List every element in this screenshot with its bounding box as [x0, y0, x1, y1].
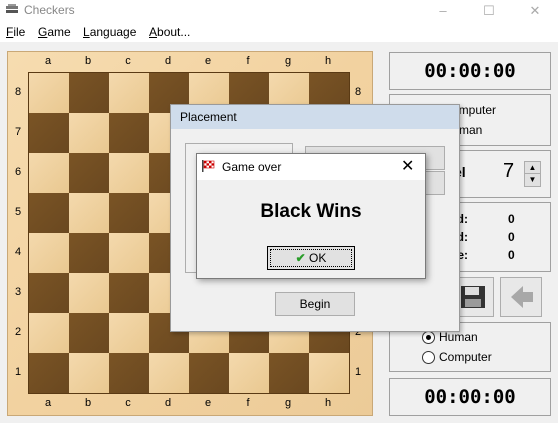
board-square-c3[interactable] [109, 273, 149, 313]
board-square-c7[interactable] [109, 113, 149, 153]
board-square-a4[interactable] [29, 233, 69, 273]
board-square-b7[interactable] [69, 113, 109, 153]
board-square-b2[interactable] [69, 313, 109, 353]
board-square-b1[interactable] [69, 353, 109, 393]
placement-title: Placement [180, 110, 237, 124]
board-square-b5[interactable] [69, 193, 109, 233]
checkered-flag-icon [202, 160, 215, 172]
file-label-bottom-e: e [204, 397, 212, 409]
level-spinner[interactable]: ▲ ▼ [524, 161, 541, 187]
board-square-c1[interactable] [109, 353, 149, 393]
board-square-b3[interactable] [69, 273, 109, 313]
board-square-a7[interactable] [29, 113, 69, 153]
file-label-bottom-a: a [44, 397, 52, 409]
rank-label-left-5: 5 [14, 206, 22, 218]
menu-game[interactable]: Game [38, 25, 71, 39]
board-square-a6[interactable] [29, 153, 69, 193]
ok-label: OK [309, 251, 327, 265]
board-square-c2[interactable] [109, 313, 149, 353]
spin-down-icon[interactable]: ▼ [525, 174, 540, 186]
board-square-c5[interactable] [109, 193, 149, 233]
window-title: Checkers [24, 3, 75, 17]
level-value: 7 [503, 160, 515, 182]
menu-file[interactable]: File [6, 25, 25, 39]
rank-label-left-6: 6 [14, 166, 22, 178]
file-label-top-h: h [324, 55, 332, 67]
rank-label-left-3: 3 [14, 286, 22, 298]
radio-computer-label: Computer [439, 350, 492, 364]
checkers-app-icon [6, 4, 18, 13]
board-square-a2[interactable] [29, 313, 69, 353]
board-square-a1[interactable] [29, 353, 69, 393]
timer-top: 00:00:00 [389, 52, 551, 90]
rank-label-right-1: 1 [354, 366, 362, 378]
board-square-h1[interactable] [309, 353, 349, 393]
rank-label-left-2: 2 [14, 326, 22, 338]
file-label-bottom-b: b [84, 397, 92, 409]
file-label-top-f: f [246, 55, 250, 67]
file-label-bottom-g: g [284, 397, 292, 409]
rank-label-right-8: 8 [354, 86, 362, 98]
board-square-c6[interactable] [109, 153, 149, 193]
minimize-button[interactable]: – [420, 0, 466, 22]
stat-value-3: 0 [508, 248, 515, 262]
file-label-top-d: d [164, 55, 172, 67]
board-square-a8[interactable] [29, 73, 69, 113]
file-label-top-c: c [125, 55, 131, 67]
radio-computer[interactable] [422, 351, 435, 364]
rank-label-left-7: 7 [14, 126, 22, 138]
file-label-bottom-h: h [324, 397, 332, 409]
board-square-a5[interactable] [29, 193, 69, 233]
board-square-g1[interactable] [269, 353, 309, 393]
file-label-top-b: b [84, 55, 92, 67]
radio-selected-dot [426, 335, 431, 340]
rank-label-left-1: 1 [14, 366, 22, 378]
begin-button[interactable]: Begin [275, 292, 355, 316]
file-label-top-a: a [44, 55, 52, 67]
file-label-bottom-c: c [125, 397, 131, 409]
radio-human-label: Human [439, 330, 478, 344]
file-label-top-e: e [204, 55, 212, 67]
menu-language[interactable]: Language [83, 25, 136, 39]
stat-value-2: 0 [508, 230, 515, 244]
close-window-button[interactable]: ✕ [512, 0, 558, 22]
file-label-bottom-d: d [164, 397, 172, 409]
radio-human[interactable] [422, 331, 435, 344]
checkmark-icon: ✔ [295, 251, 306, 265]
ok-button[interactable]: ✔ OK [267, 246, 355, 270]
rank-label-left-8: 8 [14, 86, 22, 98]
board-square-b6[interactable] [69, 153, 109, 193]
game-over-title: Game over [222, 160, 282, 174]
game-over-dialog: Game over ✕ Black Wins ✔ OK [196, 153, 426, 279]
board-square-e1[interactable] [189, 353, 229, 393]
game-over-message: Black Wins [260, 201, 362, 222]
stat-value-1: 0 [508, 212, 515, 226]
player-human-label: man [459, 123, 483, 137]
board-square-c4[interactable] [109, 233, 149, 273]
board-square-d1[interactable] [149, 353, 189, 393]
maximize-button[interactable]: ☐ [466, 0, 512, 22]
menu-about[interactable]: About... [149, 25, 190, 39]
board-square-b4[interactable] [69, 233, 109, 273]
file-label-top-g: g [284, 55, 292, 67]
undo-button[interactable] [500, 277, 542, 317]
board-square-f1[interactable] [229, 353, 269, 393]
file-label-bottom-f: f [246, 397, 250, 409]
board-square-b8[interactable] [69, 73, 109, 113]
close-dialog-button[interactable]: ✕ [401, 156, 414, 176]
timer-bottom: 00:00:00 [389, 378, 551, 416]
rank-label-left-4: 4 [14, 246, 22, 258]
board-square-c8[interactable] [109, 73, 149, 113]
board-square-a3[interactable] [29, 273, 69, 313]
spin-up-icon[interactable]: ▲ [525, 162, 540, 174]
back-arrow-icon [511, 286, 533, 308]
